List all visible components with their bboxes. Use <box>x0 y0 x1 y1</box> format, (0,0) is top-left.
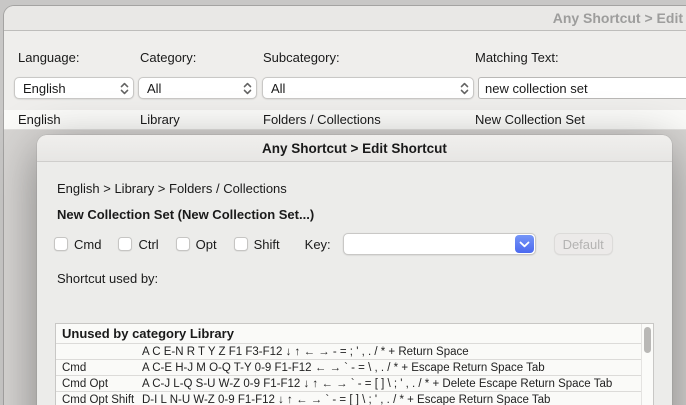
cmd-checkbox-label: Cmd <box>74 236 102 252</box>
subcategory-label: Subcategory: <box>263 50 340 65</box>
language-select[interactable]: English <box>14 77 134 99</box>
dialog-title: Any Shortcut > Edit Shortcut <box>262 140 447 156</box>
language-label: Language: <box>18 50 80 65</box>
row-modifiers: Cmd Opt Shift <box>62 393 135 405</box>
row-keys: A C-J L-Q S-U W-Z 0-9 F1-F12 ↓ ↑ ← → ` -… <box>142 377 613 390</box>
category-select[interactable]: All <box>138 77 257 99</box>
ctrl-checkbox-label: Ctrl <box>138 236 159 252</box>
app-window: Any Shortcut > Edit Language: Category: … <box>4 6 686 405</box>
opt-checkbox[interactable] <box>175 237 190 251</box>
default-button[interactable]: Default <box>553 233 613 255</box>
chevron-updown-icon <box>120 82 129 95</box>
matching-text-input[interactable] <box>478 77 686 99</box>
result-language: English <box>18 112 61 127</box>
opt-checkbox-label: Opt <box>195 236 217 252</box>
row-modifiers: Cmd Opt <box>62 377 109 390</box>
table-row: Cmd Opt A C-J L-Q S-U W-Z 0-9 F1-F12 ↓ ↑… <box>56 375 653 391</box>
row-keys: A C E-N R T Y Z F1 F3-F12 ↓ ↑ ← → - = ; … <box>142 345 469 358</box>
window-titlebar[interactable]: Any Shortcut > Edit <box>4 6 686 31</box>
category-label: Category: <box>140 50 197 65</box>
opt-checkbox-group[interactable]: Opt <box>175 236 217 252</box>
dialog-titlebar[interactable]: Any Shortcut > Edit Shortcut <box>37 135 672 162</box>
scrollbar-thumb[interactable] <box>644 327 651 353</box>
row-modifiers: Cmd <box>62 361 87 374</box>
table-row: Cmd Opt Shift D-I L N-U W-Z 0-9 F1-F12 ↓… <box>56 391 653 405</box>
screen: Any Shortcut > Edit Language: Category: … <box>0 0 686 405</box>
key-combobox[interactable] <box>342 233 536 255</box>
subcategory-select[interactable]: All <box>262 77 474 99</box>
shortcut-name: New Collection Set (New Collection Set..… <box>57 207 315 222</box>
matching-text-label: Matching Text: <box>475 50 559 65</box>
row-keys: D-I L N-U W-Z 0-9 F1-F12 ↓ ↑ ← → ` - = [… <box>142 393 551 405</box>
used-by-label: Shortcut used by: <box>57 271 159 286</box>
ctrl-checkbox-group[interactable]: Ctrl <box>118 236 159 252</box>
cmd-checkbox[interactable] <box>54 237 68 251</box>
shift-checkbox-group[interactable]: Shift <box>233 236 280 252</box>
cmd-checkbox-group[interactable]: Cmd <box>54 237 101 252</box>
language-select-value: English <box>23 80 66 96</box>
edit-shortcut-dialog: Any Shortcut > Edit Shortcut English > L… <box>37 135 672 405</box>
row-keys: A C-E H-J M O-Q T-Y 0-9 F1-F12 ← → ` - =… <box>142 361 545 374</box>
key-combobox-dropdown-button[interactable] <box>514 235 534 253</box>
table-row: Cmd A C-E H-J M O-Q T-Y 0-9 F1-F12 ← → `… <box>56 359 653 375</box>
shift-checkbox[interactable] <box>233 237 248 251</box>
modifier-row: Cmd Ctrl Opt Shift Key: Default <box>54 233 613 255</box>
chevron-updown-icon <box>243 82 252 95</box>
modal-overlay: Any Shortcut > Edit Shortcut English > L… <box>4 129 686 405</box>
ctrl-checkbox[interactable] <box>118 237 133 251</box>
category-select-value: All <box>147 80 162 96</box>
result-category: Library <box>140 112 180 127</box>
shortcut-usage-table[interactable]: Unused by category Library A C E-N R T Y… <box>55 323 654 405</box>
chevron-down-icon <box>519 241 530 248</box>
table-row: A C E-N R T Y Z F1 F3-F12 ↓ ↑ ← → - = ; … <box>56 343 653 359</box>
dialog-body: English > Library > Folders / Collection… <box>37 162 672 405</box>
table-header: Unused by category Library <box>62 326 234 341</box>
window-title: Any Shortcut > Edit <box>552 10 683 26</box>
shift-checkbox-label: Shift <box>253 236 280 252</box>
result-row[interactable]: English Library Folders / Collections Ne… <box>4 110 686 130</box>
result-subcategory: Folders / Collections <box>263 112 381 127</box>
key-label: Key: <box>304 236 331 252</box>
result-text: New Collection Set <box>475 112 585 127</box>
breadcrumb: English > Library > Folders / Collection… <box>57 181 287 196</box>
chevron-updown-icon <box>460 82 469 95</box>
subcategory-select-value: All <box>271 80 286 96</box>
table-scrollbar[interactable] <box>641 324 653 405</box>
